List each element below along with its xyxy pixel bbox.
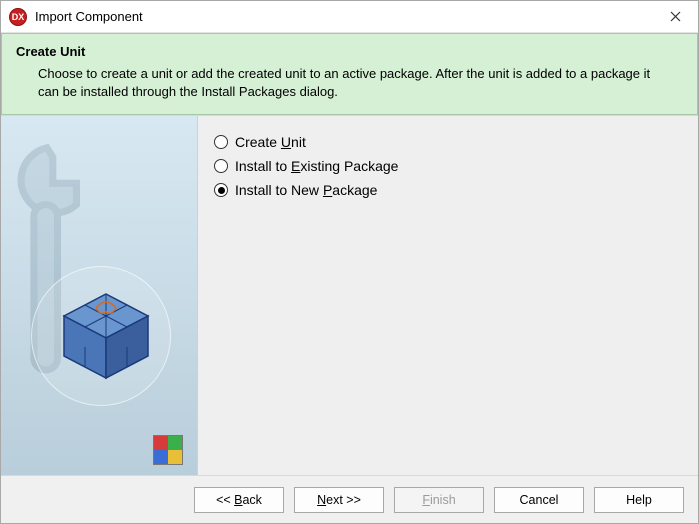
button-bar: << Back Next >> Finish Cancel Help xyxy=(1,475,698,523)
wizard-side-graphic xyxy=(1,116,198,475)
package-cube-icon xyxy=(56,286,156,386)
radio-install-new[interactable]: Install to New Package xyxy=(214,178,682,202)
radio-label: Install to New Package xyxy=(235,182,377,198)
help-button[interactable]: Help xyxy=(594,487,684,513)
cancel-button[interactable]: Cancel xyxy=(494,487,584,513)
back-button[interactable]: << Back xyxy=(194,487,284,513)
body-area: Create Unit Install to Existing Package … xyxy=(1,115,698,475)
page-title: Create Unit xyxy=(16,44,683,59)
app-icon: DX xyxy=(9,8,27,26)
close-icon xyxy=(670,11,681,22)
options-area: Create Unit Install to Existing Package … xyxy=(198,116,698,475)
page-description: Choose to create a unit or add the creat… xyxy=(16,65,683,100)
header-panel: Create Unit Choose to create a unit or a… xyxy=(1,33,698,115)
radio-label: Install to Existing Package xyxy=(235,158,398,174)
next-button[interactable]: Next >> xyxy=(294,487,384,513)
titlebar: DX Import Component xyxy=(1,1,698,33)
window-title: Import Component xyxy=(35,9,652,24)
close-button[interactable] xyxy=(652,1,698,33)
radio-create-unit[interactable]: Create Unit xyxy=(214,130,682,154)
four-color-logo-icon xyxy=(153,435,183,465)
radio-install-existing[interactable]: Install to Existing Package xyxy=(214,154,682,178)
finish-button: Finish xyxy=(394,487,484,513)
radio-icon xyxy=(214,135,228,149)
dialog-window: DX Import Component Create Unit Choose t… xyxy=(0,0,699,524)
radio-icon xyxy=(214,159,228,173)
radio-label: Create Unit xyxy=(235,134,306,150)
radio-icon-selected xyxy=(214,183,228,197)
